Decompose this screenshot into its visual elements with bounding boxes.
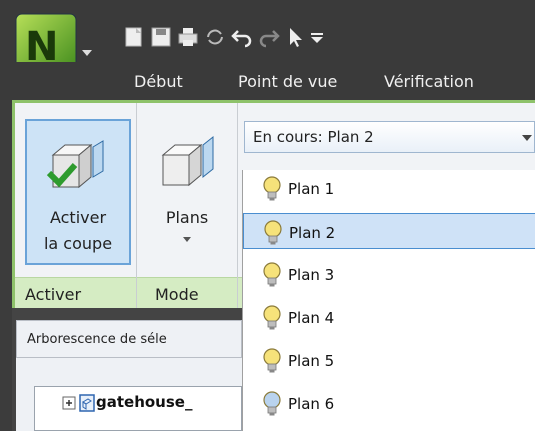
plane-option[interactable]: Plan 1 [243, 170, 535, 206]
redo-icon[interactable] [257, 25, 281, 49]
current-plane-value: En cours: Plan 2 [253, 128, 374, 146]
current-plane-dropdown[interactable]: En cours: Plan 2 [244, 121, 535, 153]
expand-plus-icon[interactable] [62, 396, 76, 410]
tab-verification[interactable]: Vérification [384, 72, 474, 91]
plane-dropdown-list: Plan 1 Plan 2 Plan 3 Plan 4 Plan 5 Plan 6 [242, 170, 535, 431]
chevron-down-icon [183, 237, 191, 242]
chevron-down-icon [522, 135, 532, 141]
select-icon[interactable] [284, 25, 308, 49]
group-divider [136, 103, 137, 311]
plane-option[interactable]: Plan 6 [243, 385, 535, 421]
activer-label-2: la coupe [43, 234, 113, 253]
plane-option-label: Plan 6 [288, 395, 335, 413]
model-file-icon [79, 394, 95, 412]
group-divider [237, 103, 238, 311]
tree-item-label: gatehouse_ [96, 393, 193, 411]
lightbulb-on-icon [263, 348, 281, 373]
plane-option-label: Plan 3 [288, 266, 335, 284]
plane-box-icon [161, 135, 214, 187]
lightbulb-on-icon [264, 220, 282, 245]
customize-dropdown-icon[interactable] [306, 25, 330, 49]
plane-option[interactable]: Plan 4 [243, 299, 535, 335]
plane-option-label: Plan 5 [288, 352, 335, 370]
section-box-check-icon [46, 140, 104, 189]
plane-option[interactable]: Plan 3 [243, 256, 535, 292]
lightbulb-off-icon [263, 391, 281, 416]
tab-debut[interactable]: Début [134, 72, 183, 91]
print-icon[interactable] [176, 25, 200, 49]
plane-option-label: Plan 1 [288, 180, 335, 198]
selection-tree-title: Arborescence de séle [27, 332, 167, 347]
plane-option-label: Plan 4 [288, 309, 335, 327]
plane-option[interactable]: Plan 5 [243, 342, 535, 378]
plane-option[interactable]: Plan 2 [243, 213, 535, 249]
undo-icon[interactable] [230, 25, 254, 49]
refresh-icon[interactable] [203, 25, 227, 49]
new-document-icon[interactable] [122, 25, 146, 49]
lightbulb-on-icon [263, 262, 281, 287]
plans-mode-button[interactable]: Plans [141, 119, 233, 265]
plane-option-label: Plan 2 [289, 224, 336, 242]
tab-point-de-vue[interactable]: Point de vue [238, 72, 337, 91]
plans-label: Plans [165, 208, 209, 227]
lightbulb-on-icon [263, 305, 281, 330]
activer-label-1: Activer [49, 208, 107, 227]
selection-tree-header[interactable]: Arborescence de séle [16, 320, 242, 358]
lightbulb-on-icon [263, 176, 281, 201]
group-label-mode: Mode [155, 285, 199, 304]
enable-sectioning-button[interactable]: Activer la coupe [25, 119, 131, 265]
save-icon[interactable] [149, 25, 173, 49]
group-label-activer: Activer [25, 285, 82, 304]
